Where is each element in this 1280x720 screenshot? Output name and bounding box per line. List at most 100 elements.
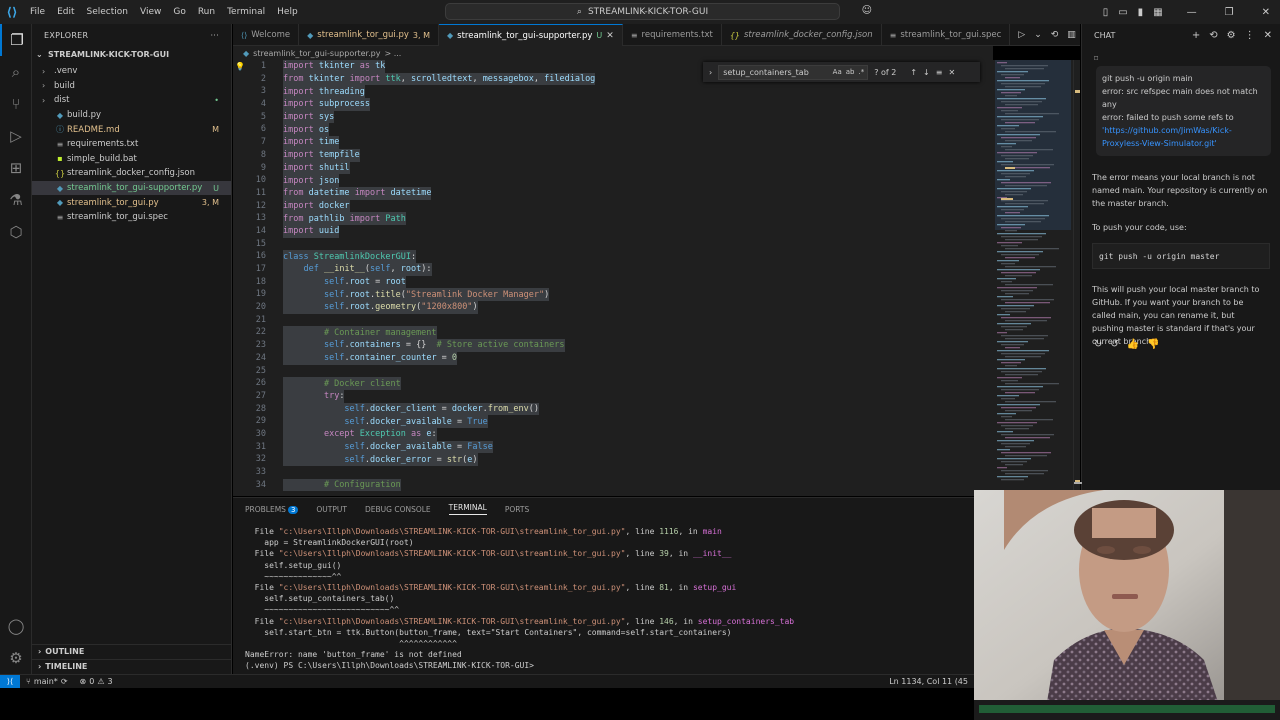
code-line[interactable]: 4 import subprocess — [233, 98, 993, 111]
restore-icon[interactable]: ❐ — [1225, 7, 1234, 18]
find-input[interactable]: setup_containers_tab Aa ab .* — [718, 64, 869, 80]
chevron-down-icon[interactable]: ⌄ — [1034, 30, 1042, 40]
terminal-output[interactable]: File "c:\Users\Illph\Downloads\STREAMLIN… — [245, 526, 985, 671]
thumbs-down-icon[interactable]: 👎 — [1147, 339, 1159, 350]
testing-icon[interactable]: ⚗ — [0, 184, 32, 216]
tree-item-requirements[interactable]: ≡ requirements.txt — [32, 137, 231, 152]
breadcrumb-file[interactable]: streamlink_tor_gui-supporter.py — [253, 49, 380, 58]
more-actions-icon[interactable]: ⋮ — [1245, 30, 1255, 41]
tree-item-supporter[interactable]: ◆ streamlink_tor_gui-supporter.py U — [32, 180, 231, 196]
close-find-icon[interactable]: ✕ — [948, 68, 955, 77]
code-line[interactable]: 15 — [233, 238, 993, 251]
thumbs-up-icon[interactable]: 👍 — [1127, 339, 1139, 350]
code-line[interactable]: 30 except Exception as e: — [233, 427, 993, 441]
code-line[interactable]: 8 import tempfile — [233, 148, 993, 162]
split-editor-icon[interactable]: ▥ — [1067, 30, 1076, 40]
code-line[interactable]: 12 import docker — [233, 199, 993, 213]
code-line[interactable]: 24 self. container_counter = 0 — [233, 351, 993, 365]
code-line[interactable]: 21 — [233, 314, 993, 327]
remote-indicator-icon[interactable]: ⟩⟨ — [0, 674, 20, 689]
tab-requirements[interactable]: ≡ requirements.txt — [623, 24, 722, 46]
account-icon[interactable]: ◯ — [0, 610, 32, 642]
menu-terminal[interactable]: Terminal — [221, 0, 271, 24]
tree-item-dist[interactable]: › dist • — [32, 93, 231, 108]
code-line[interactable]: 18 self. root = root — [233, 275, 993, 289]
code-line[interactable]: 19 self. root. title("Streamlink Docker Ma… — [233, 288, 993, 302]
tree-item-spec[interactable]: ≡ streamlink_tor_gui.spec — [32, 210, 231, 225]
code-line[interactable]: 27 try: — [233, 389, 993, 403]
chat-code-block[interactable]: git push -u origin master — [1092, 243, 1270, 269]
menu-edit[interactable]: Edit — [51, 0, 80, 24]
code-line[interactable]: 5 import sys — [233, 110, 993, 124]
match-case-toggle[interactable]: Aa — [833, 68, 842, 76]
whole-word-toggle[interactable]: ab — [846, 68, 855, 76]
tab-terminal[interactable]: TERMINAL — [448, 503, 487, 515]
code-line[interactable]: 33 — [233, 466, 993, 479]
menu-file[interactable]: File — [24, 0, 51, 24]
tree-item-readme[interactable]: ⓘ README.md M — [32, 122, 231, 137]
close-chat-icon[interactable]: ✕ — [1264, 30, 1272, 41]
code-line[interactable]: 17 def __init__(self, root): — [233, 263, 993, 276]
request-link[interactable]: 'https://github.com/JimWas/Kick-Proxyles… — [1102, 124, 1265, 150]
branch-indicator[interactable]: ⑂ main* ⟳ — [20, 677, 74, 686]
outline-section[interactable]: › OUTLINE — [32, 644, 232, 658]
code-line[interactable]: 34 # Configuration — [233, 478, 993, 492]
code-line[interactable]: 25 — [233, 365, 993, 378]
code-line[interactable]: 22 # Container management — [233, 326, 993, 340]
code-line[interactable]: 11 from datetime import datetime — [233, 186, 993, 200]
menu-view[interactable]: View — [134, 0, 167, 24]
tree-item-build-py[interactable]: ◆ build.py — [32, 108, 231, 123]
extensions-icon[interactable]: ⊞ — [0, 152, 32, 184]
tree-item-build[interactable]: › build — [32, 79, 231, 94]
run-icon[interactable]: ▷ — [1018, 30, 1025, 40]
tab-ports[interactable]: PORTS — [505, 505, 529, 514]
code-line[interactable]: 23 self. containers = {} # Store active c… — [233, 339, 993, 352]
tree-item-venv[interactable]: › .venv — [32, 64, 231, 79]
code-line[interactable]: 13 from pathlib import Path — [233, 212, 993, 225]
source-control-icon[interactable]: ⑂ — [0, 88, 32, 120]
tab-streamlink-tor-gui[interactable]: ◆ streamlink_tor_gui.py 3, M — [299, 24, 439, 46]
code-line[interactable]: 10 import json — [233, 174, 993, 187]
menu-selection[interactable]: Selection — [81, 0, 134, 24]
timeline-section[interactable]: › TIMELINE — [32, 659, 232, 673]
find-in-selection-icon[interactable]: ≡ — [936, 68, 943, 77]
workspace-root[interactable]: ⌄ STREAMLINK-KICK-TOR-GUI — [32, 46, 231, 62]
code-line[interactable]: 14 import uuid — [233, 224, 993, 238]
code-line[interactable]: 3 import threading — [233, 85, 993, 99]
code-line[interactable]: 16 class StreamlinkDockerGUI: — [233, 250, 993, 263]
new-chat-icon[interactable]: + — [1192, 30, 1200, 41]
undo-icon[interactable]: ↺ — [1110, 339, 1118, 350]
chevron-right-icon[interactable]: › — [709, 68, 712, 77]
layout-sidebar-icon[interactable]: ▯ — [1103, 7, 1109, 18]
close-window-icon[interactable]: ✕ — [1262, 7, 1270, 18]
tree-item-simple-build[interactable]: ▪ simple_build.bat — [32, 152, 231, 167]
history-icon[interactable]: ⟲ — [1209, 30, 1217, 41]
cursor-position[interactable]: Ln 1134, Col 11 (45 — [883, 677, 974, 686]
code-line[interactable]: 6 import os — [233, 123, 993, 137]
tab-output[interactable]: OUTPUT — [316, 505, 347, 514]
command-center-search[interactable]: ⌕ STREAMLINK-KICK-TOR-GUI — [445, 3, 840, 20]
minimap[interactable] — [993, 60, 1073, 496]
menu-run[interactable]: Run — [192, 0, 221, 24]
code-line[interactable]: 26 # Docker client — [233, 377, 993, 390]
manage-gear-icon[interactable]: ⚙ — [0, 642, 32, 674]
tab-docker-config[interactable]: {} streamlink_docker_config.json — [722, 24, 882, 46]
code-line[interactable]: 20 self. root. geometry("1200x800") — [233, 301, 993, 314]
layout-panel-icon[interactable]: ▭ — [1118, 7, 1127, 18]
run-debug-icon[interactable]: ▷ — [0, 120, 32, 152]
editor-scrollbar[interactable] — [1073, 60, 1080, 496]
minimize-icon[interactable]: — — [1187, 7, 1197, 18]
more-actions-icon[interactable]: ··· — [210, 31, 219, 40]
layout-secondary-icon[interactable]: ▮ — [1138, 7, 1144, 18]
tab-debug-console[interactable]: DEBUG CONSOLE — [365, 505, 431, 514]
code-line[interactable]: 9 import shutil — [233, 161, 993, 175]
code-line[interactable]: 29 self. docker_available = True — [233, 415, 993, 428]
open-changes-icon[interactable]: ⟲ — [1051, 30, 1059, 40]
problems-indicator[interactable]: ⊗ 0 ⚠ 3 — [74, 677, 119, 686]
tree-item-docker-config[interactable]: {} streamlink_docker_config.json — [32, 166, 231, 181]
tab-problems[interactable]: PROBLEMS 3 — [245, 505, 299, 514]
docker-icon[interactable]: ⬡ — [0, 216, 32, 248]
code-editor[interactable]: 💡 1 import tkinter as tk 2 from tkinter imp… — [233, 60, 993, 496]
copilot-icon[interactable]: ☺ — [862, 5, 872, 16]
code-line[interactable]: 31 self. docker_available = False — [233, 440, 993, 454]
